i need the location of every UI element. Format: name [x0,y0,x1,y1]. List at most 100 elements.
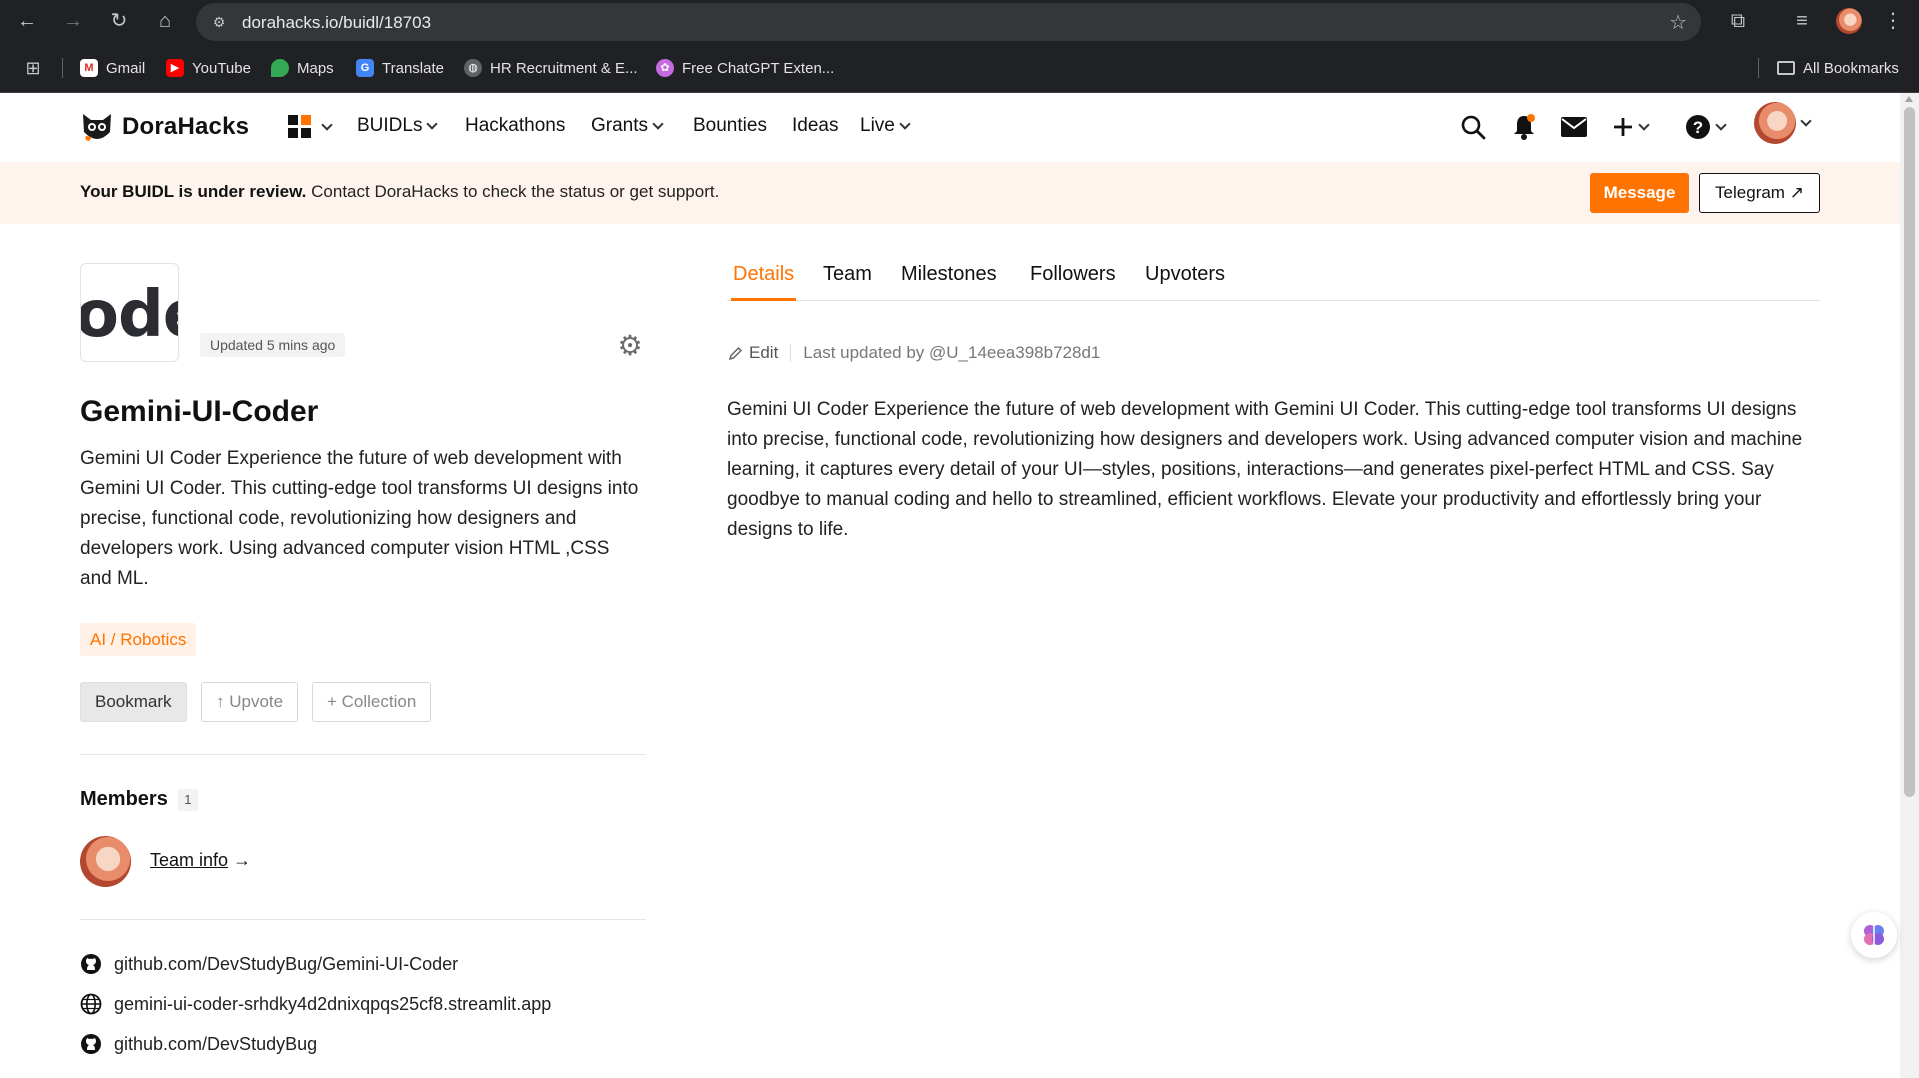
tab-milestones[interactable]: Milestones [901,263,997,301]
category-tag[interactable]: AI / Robotics [80,623,197,656]
bookmark-youtube[interactable]: ▶ YouTube [166,57,251,79]
search-icon[interactable] [1460,111,1486,143]
forward-icon[interactable]: → [58,6,88,36]
back-icon[interactable]: ← [12,6,42,36]
bookmark-label: YouTube [192,59,251,77]
brain-icon [1864,925,1884,945]
nav-live[interactable]: Live [860,115,911,137]
apps-grid-icon[interactable]: ⊞ [18,53,48,83]
bookmark-translate[interactable]: G Translate [356,57,444,79]
menu-kebab-icon[interactable]: ⋮ [1878,6,1908,36]
bookmark-label: Free ChatGPT Exten... [682,59,835,77]
chevron-down-icon [1800,115,1812,127]
settings-gear-icon[interactable]: ⚙ [616,332,644,360]
notification-bell-icon[interactable] [1511,111,1537,143]
create-menu[interactable] [1612,111,1650,143]
gmail-icon: M [80,59,98,77]
chevron-down-icon [321,118,333,131]
nav-bounties-label: Bounties [693,115,767,136]
tab-followers[interactable]: Followers [1030,263,1116,301]
globe-icon [80,993,102,1015]
member-avatar[interactable] [80,836,131,887]
edit-label: Edit [749,343,779,362]
bookmark-star-icon[interactable]: ☆ [1669,10,1687,35]
extensions-icon[interactable]: ⧉ [1723,6,1753,36]
url-text[interactable]: dorahacks.io/buidl/18703 [242,13,431,33]
svg-text:?: ? [1693,118,1703,137]
site-info-icon[interactable]: ⚙ [210,13,228,31]
message-button[interactable]: Message [1590,173,1689,213]
page-content: DoraHacks BUIDLs Hackathons Grants Bount… [0,93,1900,1078]
mail-icon[interactable] [1560,111,1588,143]
profile-avatar-icon[interactable] [1836,8,1862,34]
scroll-up-arrow-icon[interactable] [1905,96,1913,102]
bookmark-label: HR Recruitment & E... [490,59,638,77]
plus-icon [1614,118,1632,136]
tab-team[interactable]: Team [823,263,872,301]
edit-separator [790,344,792,362]
project-logo: ode [80,263,179,362]
github-icon [81,954,101,974]
brand-name: DoraHacks [122,113,250,140]
nav-bounties[interactable]: Bounties [693,115,767,137]
team-info-link[interactable]: Team info → [150,850,251,871]
website-link[interactable]: gemini-ui-coder-srhdky4d2dnixqpqs25cf8.s… [80,992,551,1016]
dorahacks-logo[interactable]: DoraHacks [80,109,249,145]
pencil-icon [728,346,743,360]
nav-ideas[interactable]: Ideas [792,115,838,137]
page-scrollbar[interactable] [1900,93,1919,1078]
bookmark-button[interactable]: Bookmark [80,682,187,722]
translate-icon: G [356,59,374,77]
reload-icon[interactable]: ↻ [104,6,134,36]
profile-link-text: github.com/DevStudyBug [114,1033,318,1054]
tab-upvoters[interactable]: Upvoters [1145,263,1225,301]
add-to-collection-button[interactable]: + Collection [312,682,432,722]
help-menu[interactable]: ? [1685,111,1727,143]
project-logo-text: ode [81,278,178,352]
chevron-down-icon [899,118,911,130]
bookmarks-divider [62,58,63,78]
review-support-text: Contact DoraHacks to check the status or… [306,182,720,201]
edit-button[interactable]: Edit [728,343,778,363]
upvote-button[interactable]: ↑ Upvote [201,682,299,722]
nav-ideas-label: Ideas [792,115,839,136]
project-title: Gemini-UI-Coder [80,395,319,428]
scrollbar-thumb[interactable] [1904,107,1915,797]
repo-link-text: github.com/DevStudyBug/Gemini-UI-Coder [114,953,459,974]
profile-link[interactable]: github.com/DevStudyBug [80,1032,317,1056]
brain-icon: ✿ [656,59,674,77]
globe-icon: ◍ [464,59,482,77]
grid-menu-icon [288,115,311,138]
bookmark-maps[interactable]: Maps [271,57,334,79]
bookmarks-divider [1758,58,1759,78]
project-short-description: Gemini UI Coder Experience the future of… [80,448,639,589]
site-navbar: DoraHacks BUIDLs Hackathons Grants Bount… [0,93,1900,162]
github-icon [81,1034,101,1054]
tab-search-icon[interactable]: ≡ [1787,6,1817,36]
repo-link[interactable]: github.com/DevStudyBug/Gemini-UI-Coder [80,952,458,976]
floating-assistant-button[interactable] [1851,912,1897,958]
chevron-down-icon [426,118,439,130]
last-updated-text: Last updated by @U_14eea398b728d1 [803,343,1101,362]
user-menu[interactable] [1754,102,1812,144]
tab-details[interactable]: Details [731,263,797,301]
bookmark-gmail[interactable]: M Gmail [80,57,145,79]
bookmark-hr-recruitment[interactable]: ◍ HR Recruitment & E... [464,57,638,79]
address-bar[interactable]: ⚙ dorahacks.io/buidl/18703 ☆ [196,3,1701,41]
bookmark-free-chatgpt[interactable]: ✿ Free ChatGPT Exten... [656,57,834,79]
all-bookmarks[interactable]: All Bookmarks [1777,57,1899,79]
products-menu[interactable] [288,115,333,138]
website-link-text: gemini-ui-coder-srhdky4d2dnixqpqs25cf8.s… [114,993,552,1014]
edit-row: Edit Last updated by @U_14eea398b728d1 [728,341,1100,365]
section-divider [80,919,646,920]
review-bold-text: Your BUIDL is under review. [80,182,307,201]
home-icon[interactable]: ⌂ [150,6,180,36]
user-avatar [1754,102,1796,144]
nav-grants[interactable]: Grants [591,115,664,137]
help-icon: ? [1686,115,1710,139]
nav-hackathons[interactable]: Hackathons [465,115,565,137]
nav-buidls[interactable]: BUIDLs [357,115,439,137]
telegram-button[interactable]: Telegram ↗ [1699,173,1820,213]
browser-toolbar: ← → ↻ ⌂ ⚙ dorahacks.io/buidl/18703 ☆ ⧉ ≡… [0,0,1919,43]
chevron-down-icon [1638,119,1650,131]
